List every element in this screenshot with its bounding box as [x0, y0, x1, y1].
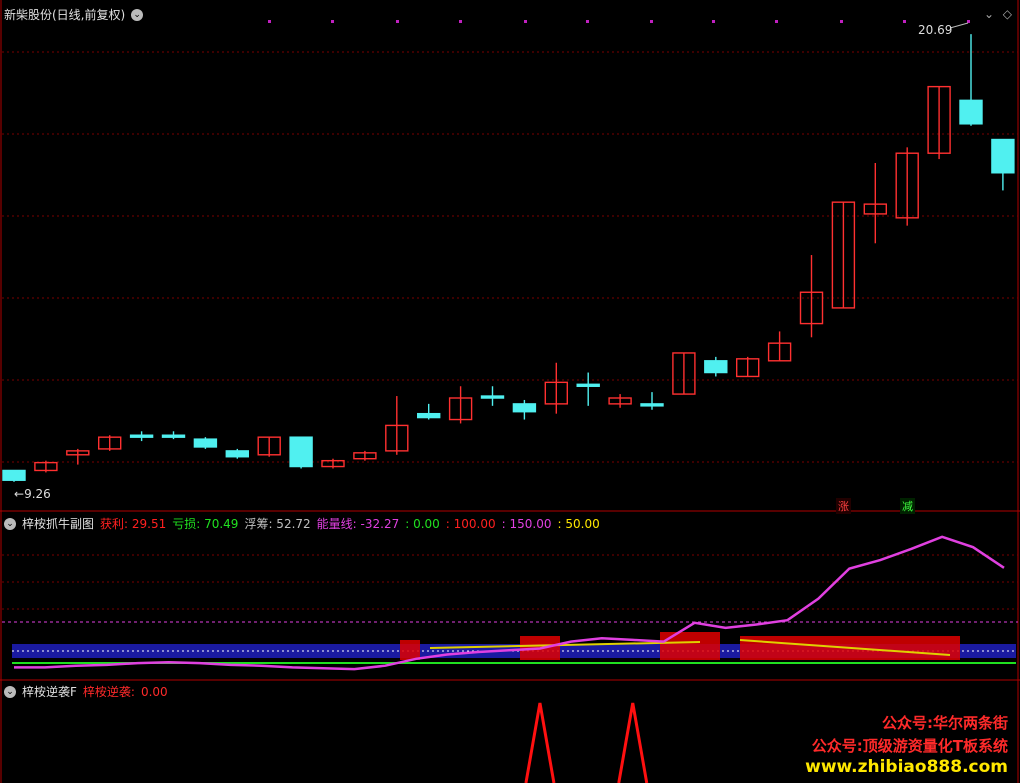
indicator2-label: 梓桉逆袭: [82, 685, 135, 699]
indicator1-item-亏损: 亏损: 70.49 [172, 517, 239, 531]
indicator1-item-l1: : 0.00 [405, 517, 440, 531]
chevron-down-icon[interactable]: ⌄ [984, 7, 994, 21]
indicator2-header: ⌄ 梓桉逆袭F 梓桉逆袭: 0.00 [4, 683, 168, 700]
candle-body [640, 403, 664, 407]
chevron-down-icon[interactable]: ⌄ [131, 8, 144, 21]
indicator1-name: 梓桉抓牛副图 [22, 517, 95, 531]
top-tick [650, 20, 653, 23]
promo-line2: 公众号:顶级游资量化T板系统 [811, 737, 1008, 755]
top-tick [459, 20, 462, 23]
security-title: 新柴股份(日线,前复权) [4, 8, 126, 22]
top-tick [903, 20, 906, 23]
candle-body [417, 412, 441, 419]
indicator1-item-l2: : 100.00 [445, 517, 496, 531]
candle-body [959, 99, 983, 125]
top-tick [712, 20, 715, 23]
candle-body [225, 450, 250, 458]
indicator1-item-浮筹: 浮筹: 52.72 [244, 517, 311, 531]
top-tick [775, 20, 778, 23]
low-price-label: ←9.26 [14, 487, 51, 501]
profit-band [400, 640, 420, 660]
candle-body [576, 383, 600, 387]
candle-body [704, 360, 728, 374]
indicator2-name: 梓桉逆袭F [22, 685, 77, 699]
main-panel-header: 新柴股份(日线,前复权) ⌄ [4, 6, 144, 23]
indicator1-header: ⌄ 梓桉抓牛副图 获利: 29.51 亏损: 70.49 浮筹: 52.72 能量线:… [4, 515, 606, 532]
indicator1-item-能量线: 能量线: -32.27 [316, 517, 400, 531]
top-tick [331, 20, 334, 23]
candle-body [512, 403, 537, 413]
candle-body [161, 434, 186, 438]
signal-spike [524, 702, 556, 783]
diamond-icon[interactable]: ◇ [1003, 7, 1012, 21]
top-tick [268, 20, 271, 23]
promo-url: www.zhibiao888.com [805, 757, 1008, 777]
indicator1-values: 获利: 29.51 亏损: 70.49 浮筹: 52.72 能量线: -32.27 : … [100, 515, 606, 532]
candle-body [193, 438, 218, 448]
candle-body [2, 469, 26, 481]
chart-canvas [0, 0, 1020, 783]
top-tick [524, 20, 527, 23]
indicator1-item-获利: 获利: 29.51 [100, 517, 167, 531]
candle-body [991, 138, 1015, 174]
candle-body [129, 434, 154, 438]
top-tick [396, 20, 399, 23]
indicator1-item-l4: : 50.00 [557, 517, 600, 531]
high-price-label: 20.69 [918, 23, 953, 37]
indicator1-item-l3: : 150.00 [501, 517, 552, 531]
top-tick [840, 20, 843, 23]
high-arrow [949, 22, 969, 29]
chevron-down-icon[interactable]: ⌄ [4, 685, 16, 698]
profit-band [660, 632, 720, 660]
top-tick [967, 20, 970, 23]
chevron-down-icon[interactable]: ⌄ [4, 517, 16, 530]
candle-body [480, 395, 505, 399]
promo-line1: 公众号:华尔两条街 [882, 714, 1008, 732]
marker-up-badge: 涨 [836, 498, 851, 514]
marker-down-badge: 减 [900, 498, 915, 514]
top-tick [586, 20, 589, 23]
candle-body [289, 436, 313, 468]
signal-spike [617, 702, 649, 783]
indicator2-value: 0.00 [140, 684, 168, 699]
